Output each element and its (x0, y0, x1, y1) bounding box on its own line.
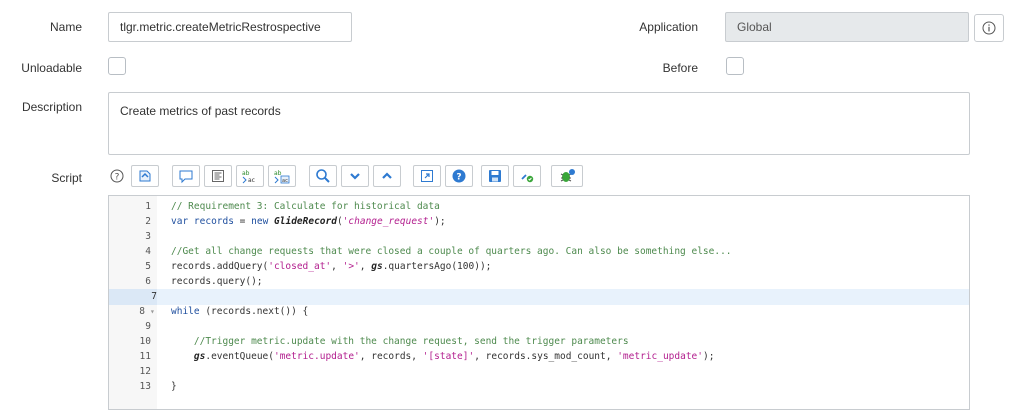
fold-toggle-icon[interactable]: ▾ (150, 304, 155, 320)
svg-text:?: ? (115, 173, 120, 183)
line-number: 9 (145, 321, 151, 332)
line-number: 13 (139, 381, 151, 392)
code-text: records.query(); (171, 276, 263, 287)
code-line: 13 } (109, 379, 969, 395)
code-line: 4 //Get all change requests that were cl… (109, 244, 969, 260)
replace-icon: ab ac (242, 170, 255, 184)
save-icon (489, 170, 501, 182)
comment-button[interactable] (172, 165, 200, 187)
code-text: // Requirement 3: Calculate for historic… (171, 201, 440, 212)
application-label: Application (639, 20, 698, 34)
code-line: 8 ▾ while (records.next()) { (109, 304, 969, 320)
svg-text:ab: ab (274, 170, 282, 177)
script-debug-icon (521, 174, 534, 183)
fullscreen-button[interactable] (413, 165, 441, 187)
code-text: } (171, 381, 177, 392)
code-text: //Get all change requests that were clos… (171, 246, 732, 257)
help-icon: ? (110, 169, 124, 183)
before-checkbox[interactable] (726, 57, 744, 75)
format-icon (212, 170, 224, 182)
code-text: var records = new GlideRecord('change_re… (171, 216, 446, 227)
line-number: 2 (145, 216, 151, 227)
comment-icon (179, 170, 193, 184)
code-text: //Trigger metric.update with the change … (171, 336, 629, 347)
syntax-check-icon (560, 169, 575, 182)
line-number: 7 (109, 289, 157, 305)
active-code-line: 7 (109, 289, 969, 305)
script-include-icon (139, 170, 151, 182)
code-line: 11 gs.eventQueue('metric.update', record… (109, 349, 969, 365)
line-number: 8 (139, 306, 145, 317)
name-input[interactable]: tlgr.metric.createMetricRestrospective (108, 12, 352, 42)
line-number: 5 (145, 261, 151, 272)
svg-text:ab: ab (242, 170, 250, 177)
script-editor[interactable]: 1 // Requirement 3: Calculate for histor… (108, 195, 970, 410)
line-number: 6 (145, 276, 151, 287)
code-line: 5 records.addQuery('closed_at', '>', gs.… (109, 259, 969, 275)
line-number: 1 (145, 201, 151, 212)
line-number: 3 (145, 231, 151, 242)
svg-text:?: ? (456, 173, 461, 183)
replace-button[interactable]: ab ac (236, 165, 264, 187)
save-button[interactable] (481, 165, 509, 187)
svg-text:ac: ac (248, 177, 255, 184)
svg-text:ac: ac (282, 178, 288, 184)
replace-all-icon: ab ac (274, 170, 290, 184)
line-number: 10 (139, 336, 151, 347)
chevron-down-icon (350, 173, 360, 180)
code-text: records.addQuery('closed_at', '>', gs.qu… (171, 261, 492, 272)
line-number: 12 (139, 366, 151, 377)
code-text: while (records.next()) { (171, 306, 309, 317)
script-help-button[interactable]: ? (108, 167, 126, 185)
syntax-check-button[interactable] (551, 165, 583, 187)
code-line: 3 (109, 229, 969, 245)
description-label: Description (21, 100, 82, 114)
previous-button[interactable] (373, 165, 401, 187)
application-field: Global (725, 12, 969, 42)
script-label: Script (51, 171, 82, 185)
search-icon (316, 169, 330, 183)
before-label: Before (662, 61, 698, 75)
unloadable-label: Unloadable (21, 61, 82, 75)
code-line: 1 // Requirement 3: Calculate for histor… (109, 199, 969, 215)
line-number: 4 (145, 246, 151, 257)
script-include-button[interactable] (131, 165, 159, 187)
info-icon (982, 21, 996, 35)
format-button[interactable] (204, 165, 232, 187)
code-line: 2 var records = new GlideRecord('change_… (109, 214, 969, 230)
script-debug-button[interactable] (513, 165, 541, 187)
context-help-icon: ? (452, 169, 466, 183)
replace-all-button[interactable]: ab ac (268, 165, 296, 187)
chevron-up-icon (382, 172, 392, 179)
code-line: 6 records.query(); (109, 274, 969, 290)
code-line: 9 (109, 319, 969, 335)
description-textarea[interactable]: Create metrics of past records (108, 92, 970, 155)
unloadable-checkbox[interactable] (108, 57, 126, 75)
context-help-button[interactable]: ? (445, 165, 473, 187)
code-line: 12 (109, 364, 969, 380)
line-number: 11 (139, 351, 151, 362)
fullscreen-icon (421, 170, 433, 182)
name-label: Name (49, 20, 82, 34)
search-button[interactable] (309, 165, 337, 187)
next-button[interactable] (341, 165, 369, 187)
code-line: 10 //Trigger metric.update with the chan… (109, 334, 969, 350)
info-button[interactable] (974, 14, 1004, 42)
code-text: gs.eventQueue('metric.update', records, … (193, 351, 715, 362)
